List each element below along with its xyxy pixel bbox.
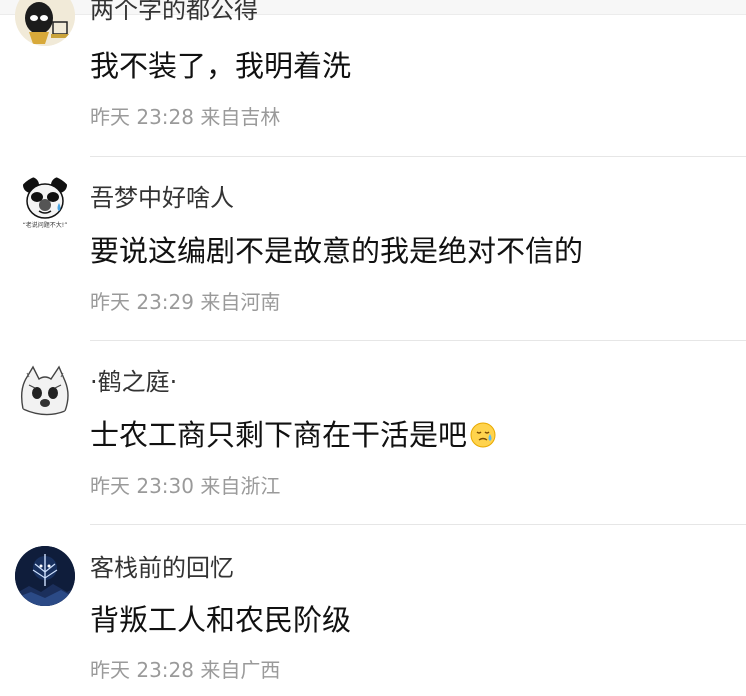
cartoon-avatar-icon: [15, 0, 75, 46]
comment-text: 我不装了，我明着洗: [90, 49, 352, 83]
comment-item: 客栈前的回忆 背叛工人和农民阶级 昨天 23:28 来自广西: [0, 525, 746, 696]
comment-time: 昨天 23:28: [90, 105, 194, 129]
avatar[interactable]: “老说问题不大!”: [15, 175, 75, 235]
comment-meta: 昨天 23:29 来自河南: [90, 289, 280, 315]
comment-text: 士农工商只剩下商在干活是吧: [90, 417, 497, 457]
comment-item: ·鹤之庭· 士农工商只剩下商在干活是吧 昨天 23:30 来自浙江: [0, 341, 746, 525]
comment-meta: 昨天 23:28 来自广西: [90, 657, 280, 683]
username[interactable]: 两个字的都公得: [90, 0, 258, 25]
comment-item: “老说问题不大!” 吾梦中好啥人 要说这编剧不是故意的我是绝对不信的 昨天 23…: [0, 157, 746, 341]
comment-item: 两个字的都公得 我不装了，我明着洗 昨天 23:28 来自吉林: [0, 0, 746, 160]
comment-text: 要说这编剧不是故意的我是绝对不信的: [90, 234, 584, 268]
avatar[interactable]: [15, 0, 75, 46]
crying-face-emoji-icon: [469, 421, 497, 457]
comment-time: 昨天 23:28: [90, 658, 194, 682]
comment-time: 昨天 23:29: [90, 290, 194, 314]
comment-location: 来自浙江: [200, 474, 281, 498]
night-scene-avatar-icon: [15, 546, 75, 606]
username[interactable]: ·鹤之庭·: [90, 367, 177, 397]
comment-meta: 昨天 23:28 来自吉林: [90, 104, 280, 130]
comment-location: 来自广西: [200, 658, 281, 682]
comment-location: 来自吉林: [200, 105, 281, 129]
avatar[interactable]: [15, 546, 75, 606]
username[interactable]: 吾梦中好啥人: [90, 183, 234, 213]
comment-meta: 昨天 23:30 来自浙江: [90, 473, 280, 499]
comment-text-content: 士农工商只剩下商在干活是吧: [90, 418, 468, 452]
avatar[interactable]: [15, 359, 75, 419]
avatar-caption: “老说问题不大!”: [22, 222, 68, 229]
comment-time: 昨天 23:30: [90, 474, 194, 498]
comment-text: 背叛工人和农民阶级: [90, 603, 352, 637]
sketch-cat-avatar-icon: [15, 359, 75, 419]
username[interactable]: 客栈前的回忆: [90, 553, 234, 583]
comment-location: 来自河南: [200, 290, 281, 314]
